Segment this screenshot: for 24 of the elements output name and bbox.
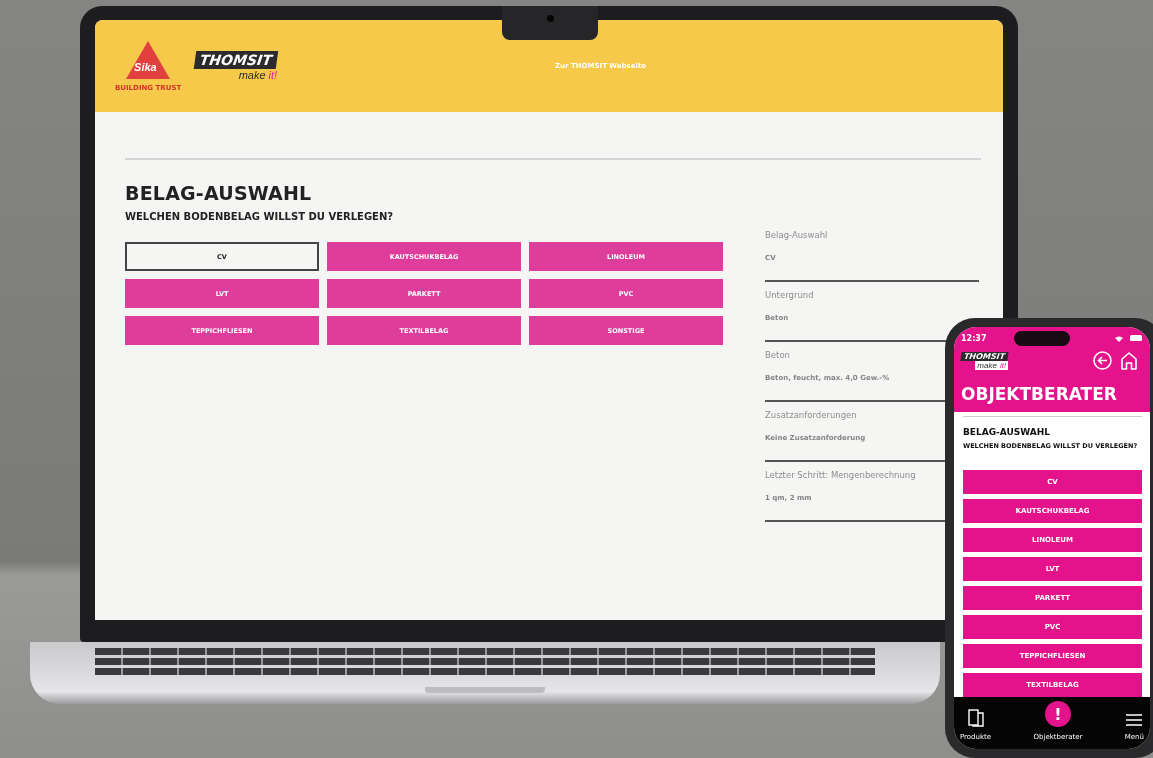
brand-logo: THOMSIT [193, 50, 279, 69]
slogan-text: it! [999, 360, 1007, 370]
wifi-icon [1114, 334, 1124, 342]
document-icon [967, 709, 984, 727]
slogan-text: make [238, 68, 266, 81]
page-title: BELAG-AUSWAHL [963, 427, 1052, 437]
status-time: 12:37 [961, 333, 987, 343]
page-title: BELAG-AUSWAHL [125, 182, 313, 204]
slogan-text: make [977, 360, 997, 370]
summary-label: Belag-Auswahl [765, 230, 829, 240]
app-title: OBJEKTBERATER [961, 384, 1118, 404]
home-icon [1120, 351, 1138, 370]
summary-label: Zusatzanforderungen [765, 410, 858, 420]
menu-icon [1125, 713, 1144, 727]
slogan-text: it! [268, 68, 278, 81]
dynamic-island [1014, 330, 1071, 346]
battery-icon [1130, 335, 1142, 341]
summary-label: Letzter Schritt: Mengenberechnung [765, 470, 917, 480]
logo-text: Sika [134, 60, 157, 73]
question-text: WELCHEN BODENBELAG WILLST DU VERLEGEN? [125, 211, 395, 222]
exclamation-icon[interactable]: ! [1044, 701, 1071, 727]
brand-logo: THOMSIT [960, 351, 1009, 361]
summary-label: Untergrund [765, 290, 815, 300]
triangle-logo-icon [126, 40, 171, 79]
